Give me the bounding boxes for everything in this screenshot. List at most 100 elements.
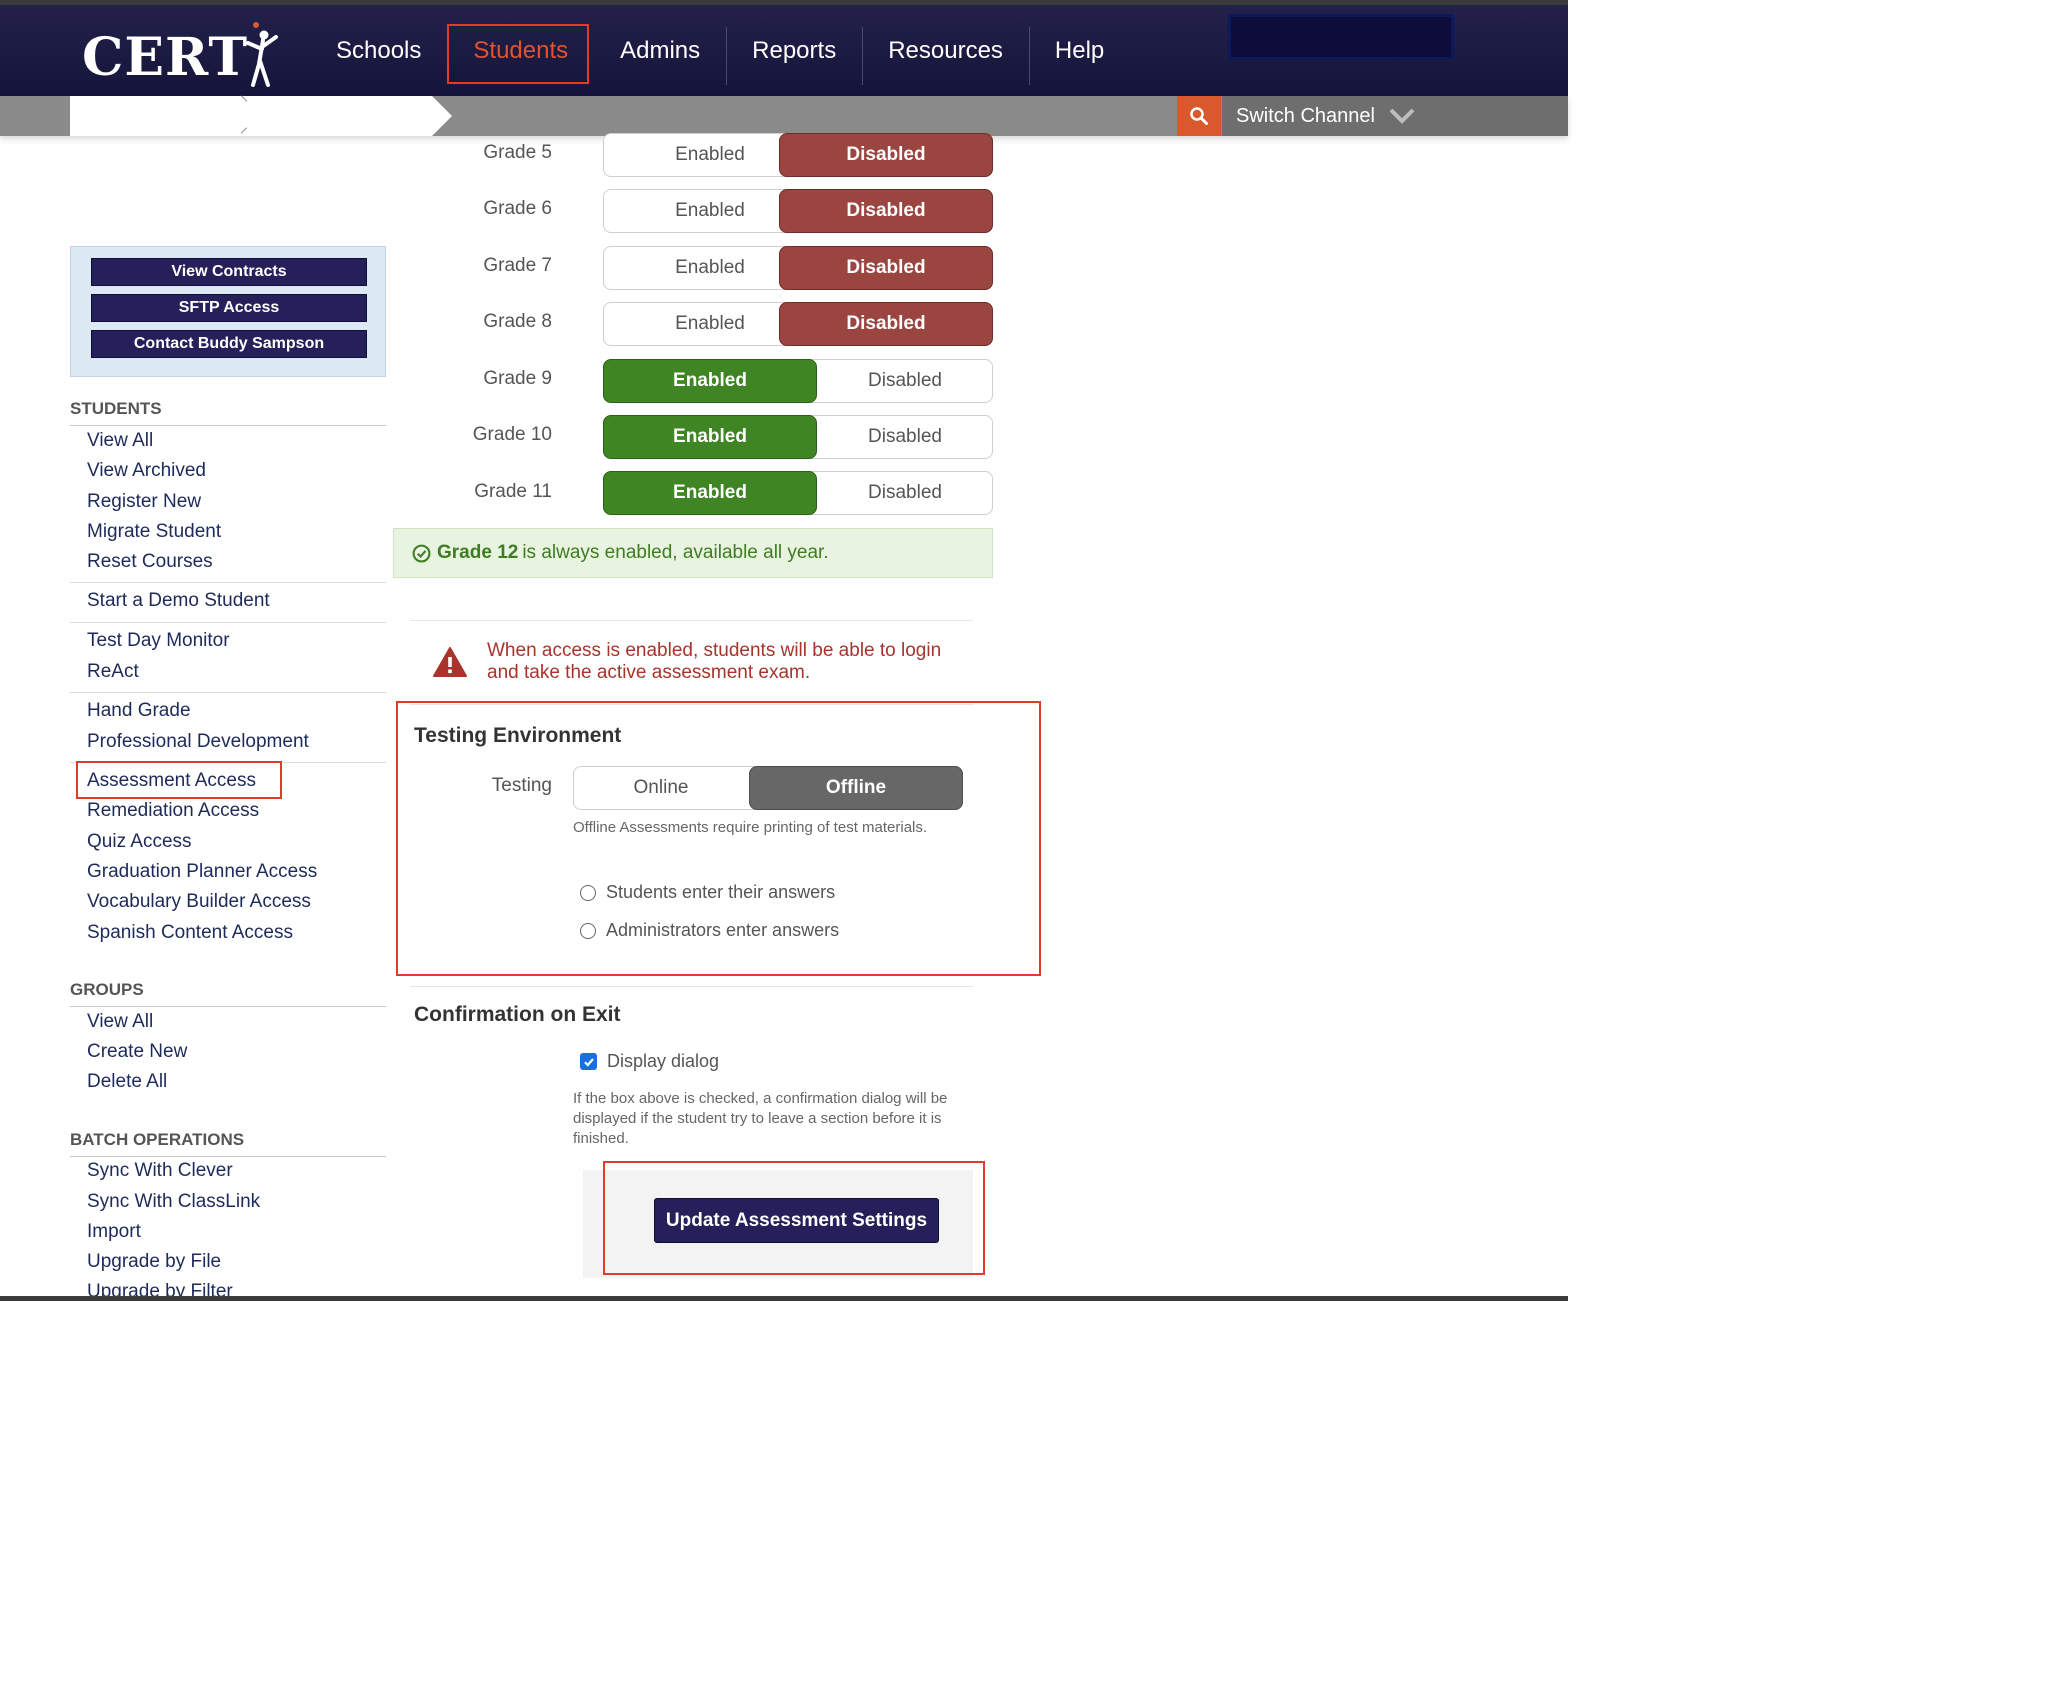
enabled-option[interactable]: Enabled [603, 415, 817, 459]
sidebar-link-groups-delete-all[interactable]: Delete All [87, 1071, 167, 1093]
nav-help[interactable]: Help [1028, 5, 1130, 96]
testing-mode-toggle: Online Offline [573, 766, 963, 810]
radio-label: Administrators enter answers [606, 920, 840, 940]
display-dialog-checkbox-row[interactable]: Display dialog [580, 1051, 719, 1072]
sidebar-link-groups-view-all[interactable]: View All [87, 1011, 153, 1033]
sidebar-link-groups-create-new[interactable]: Create New [87, 1041, 187, 1063]
sidebar-link-professional-development[interactable]: Professional Development [87, 731, 309, 753]
grade-label: Grade 11 [474, 481, 552, 502]
disabled-option[interactable]: Disabled [779, 133, 993, 177]
online-option[interactable]: Online [573, 766, 749, 810]
offline-note: Offline Assessments require printing of … [573, 819, 928, 836]
radio-button[interactable] [580, 884, 596, 901]
breadcrumb [70, 95, 432, 136]
sidebar-link-quiz-access[interactable]: Quiz Access [87, 831, 192, 853]
grade-6-toggle: Enabled Disabled [603, 189, 993, 233]
bottom-border [0, 1296, 1568, 1301]
contact-button[interactable]: Contact Buddy Sampson [91, 330, 367, 358]
sidebar-link-sync-classlink[interactable]: Sync With ClassLink [87, 1191, 260, 1213]
switch-channel-dropdown[interactable]: Switch Channel [1222, 96, 1568, 136]
logo-figure-icon [246, 22, 278, 87]
grade-label: Grade 6 [483, 198, 552, 219]
radio-label: Students enter their answers [606, 882, 836, 902]
sidebar-divider [70, 622, 386, 623]
testing-environment-title: Testing Environment [414, 724, 622, 747]
display-dialog-label: Display dialog [607, 1051, 720, 1071]
groups-heading: GROUPS [70, 980, 386, 1007]
sidebar-link-graduation-planner[interactable]: Graduation Planner Access [87, 861, 317, 883]
search-icon [1190, 107, 1208, 125]
confirmation-note: If the box above is checked, a confirmat… [573, 1090, 948, 1147]
offline-option[interactable]: Offline [749, 766, 963, 810]
nav-schools[interactable]: Schools [310, 5, 447, 96]
grade-5-toggle: Enabled Disabled [603, 133, 993, 177]
sidebar-link-reset-courses[interactable]: Reset Courses [87, 551, 213, 573]
radio-students-enter[interactable]: Students enter their answers [580, 882, 835, 903]
main-nav: Schools Students Admins Reports Resource… [310, 5, 1130, 96]
disabled-option[interactable]: Disabled [817, 359, 993, 403]
grade-10-toggle: Enabled Disabled [603, 415, 993, 459]
batch-heading: BATCH OPERATIONS [70, 1130, 386, 1157]
sidebar-link-vocabulary-builder[interactable]: Vocabulary Builder Access [87, 891, 311, 913]
sidebar-link-react[interactable]: ReAct [87, 661, 139, 683]
sidebar-link-remediation-access[interactable]: Remediation Access [87, 800, 259, 822]
testing-label: Testing [491, 775, 552, 796]
disabled-option[interactable]: Disabled [779, 302, 993, 346]
sidebar-link-demo-student[interactable]: Start a Demo Student [87, 590, 270, 612]
disabled-option[interactable]: Disabled [817, 415, 993, 459]
breadcrumb-tick [240, 95, 248, 102]
search-button[interactable] [1177, 96, 1221, 136]
breadcrumb-tick [240, 127, 248, 134]
view-contracts-button[interactable]: View Contracts [91, 258, 367, 286]
enabled-option[interactable]: Enabled [603, 359, 817, 403]
grade-12-notice: Grade 12 is always enabled, available al… [393, 528, 993, 578]
display-dialog-checkbox[interactable] [580, 1053, 597, 1070]
sftp-access-button[interactable]: SFTP Access [91, 294, 367, 322]
sidebar-divider [70, 692, 386, 693]
sidebar-link-test-day-monitor[interactable]: Test Day Monitor [87, 630, 230, 652]
sidebar-link-view-archived[interactable]: View Archived [87, 460, 206, 482]
sidebar-divider [70, 582, 386, 583]
grade-9-toggle: Enabled Disabled [603, 359, 993, 403]
assessment-access-highlight [76, 761, 282, 799]
chevron-down-icon [1389, 108, 1415, 124]
grade-label: Grade 8 [483, 311, 552, 332]
enabled-option[interactable]: Enabled [603, 471, 817, 515]
sidebar-link-register-new[interactable]: Register New [87, 491, 201, 513]
disabled-option[interactable]: Disabled [779, 246, 993, 290]
breadcrumb-bar: Switch Channel [0, 95, 1568, 136]
sidebar-link-upgrade-by-file[interactable]: Upgrade by File [87, 1251, 221, 1273]
checkmark-icon [583, 1057, 594, 1067]
sidebar-link-import[interactable]: Import [87, 1221, 141, 1243]
grade-12-text: is always enabled, available all year. [522, 542, 829, 563]
sidebar-link-migrate-student[interactable]: Migrate Student [87, 521, 221, 543]
sidebar-link-hand-grade[interactable]: Hand Grade [87, 700, 191, 722]
warning-icon [433, 647, 467, 677]
update-assessment-settings-button[interactable]: Update Assessment Settings [654, 1198, 939, 1243]
user-menu-redacted[interactable] [1228, 14, 1454, 60]
nav-students[interactable]: Students [447, 5, 594, 96]
radio-admins-enter[interactable]: Administrators enter answers [580, 920, 839, 941]
grade-12-strong: Grade 12 [437, 542, 519, 563]
grade-label: Grade 5 [483, 142, 552, 163]
grade-7-toggle: Enabled Disabled [603, 246, 993, 290]
nav-admins[interactable]: Admins [594, 5, 726, 96]
grade-label: Grade 9 [483, 368, 552, 389]
nav-reports[interactable]: Reports [726, 5, 862, 96]
cert-logo[interactable]: CERT [82, 27, 248, 88]
disabled-option[interactable]: Disabled [779, 189, 993, 233]
radio-button[interactable] [580, 922, 596, 939]
switch-channel-label: Switch Channel [1236, 104, 1375, 127]
breadcrumb-arrow [432, 96, 452, 136]
quick-actions-panel: View Contracts SFTP Access Contact Buddy… [70, 246, 386, 377]
grade-label: Grade 7 [483, 255, 552, 276]
sidebar-link-spanish-content[interactable]: Spanish Content Access [87, 922, 293, 944]
nav-resources[interactable]: Resources [862, 5, 1029, 96]
sidebar-link-view-all[interactable]: View All [87, 430, 153, 452]
access-warning: When access is enabled, students will be… [487, 640, 942, 683]
check-circle-icon [412, 544, 431, 562]
sidebar-link-sync-clever[interactable]: Sync With Clever [87, 1160, 233, 1182]
divider [410, 986, 973, 987]
grade-11-toggle: Enabled Disabled [603, 471, 993, 515]
disabled-option[interactable]: Disabled [817, 471, 993, 515]
